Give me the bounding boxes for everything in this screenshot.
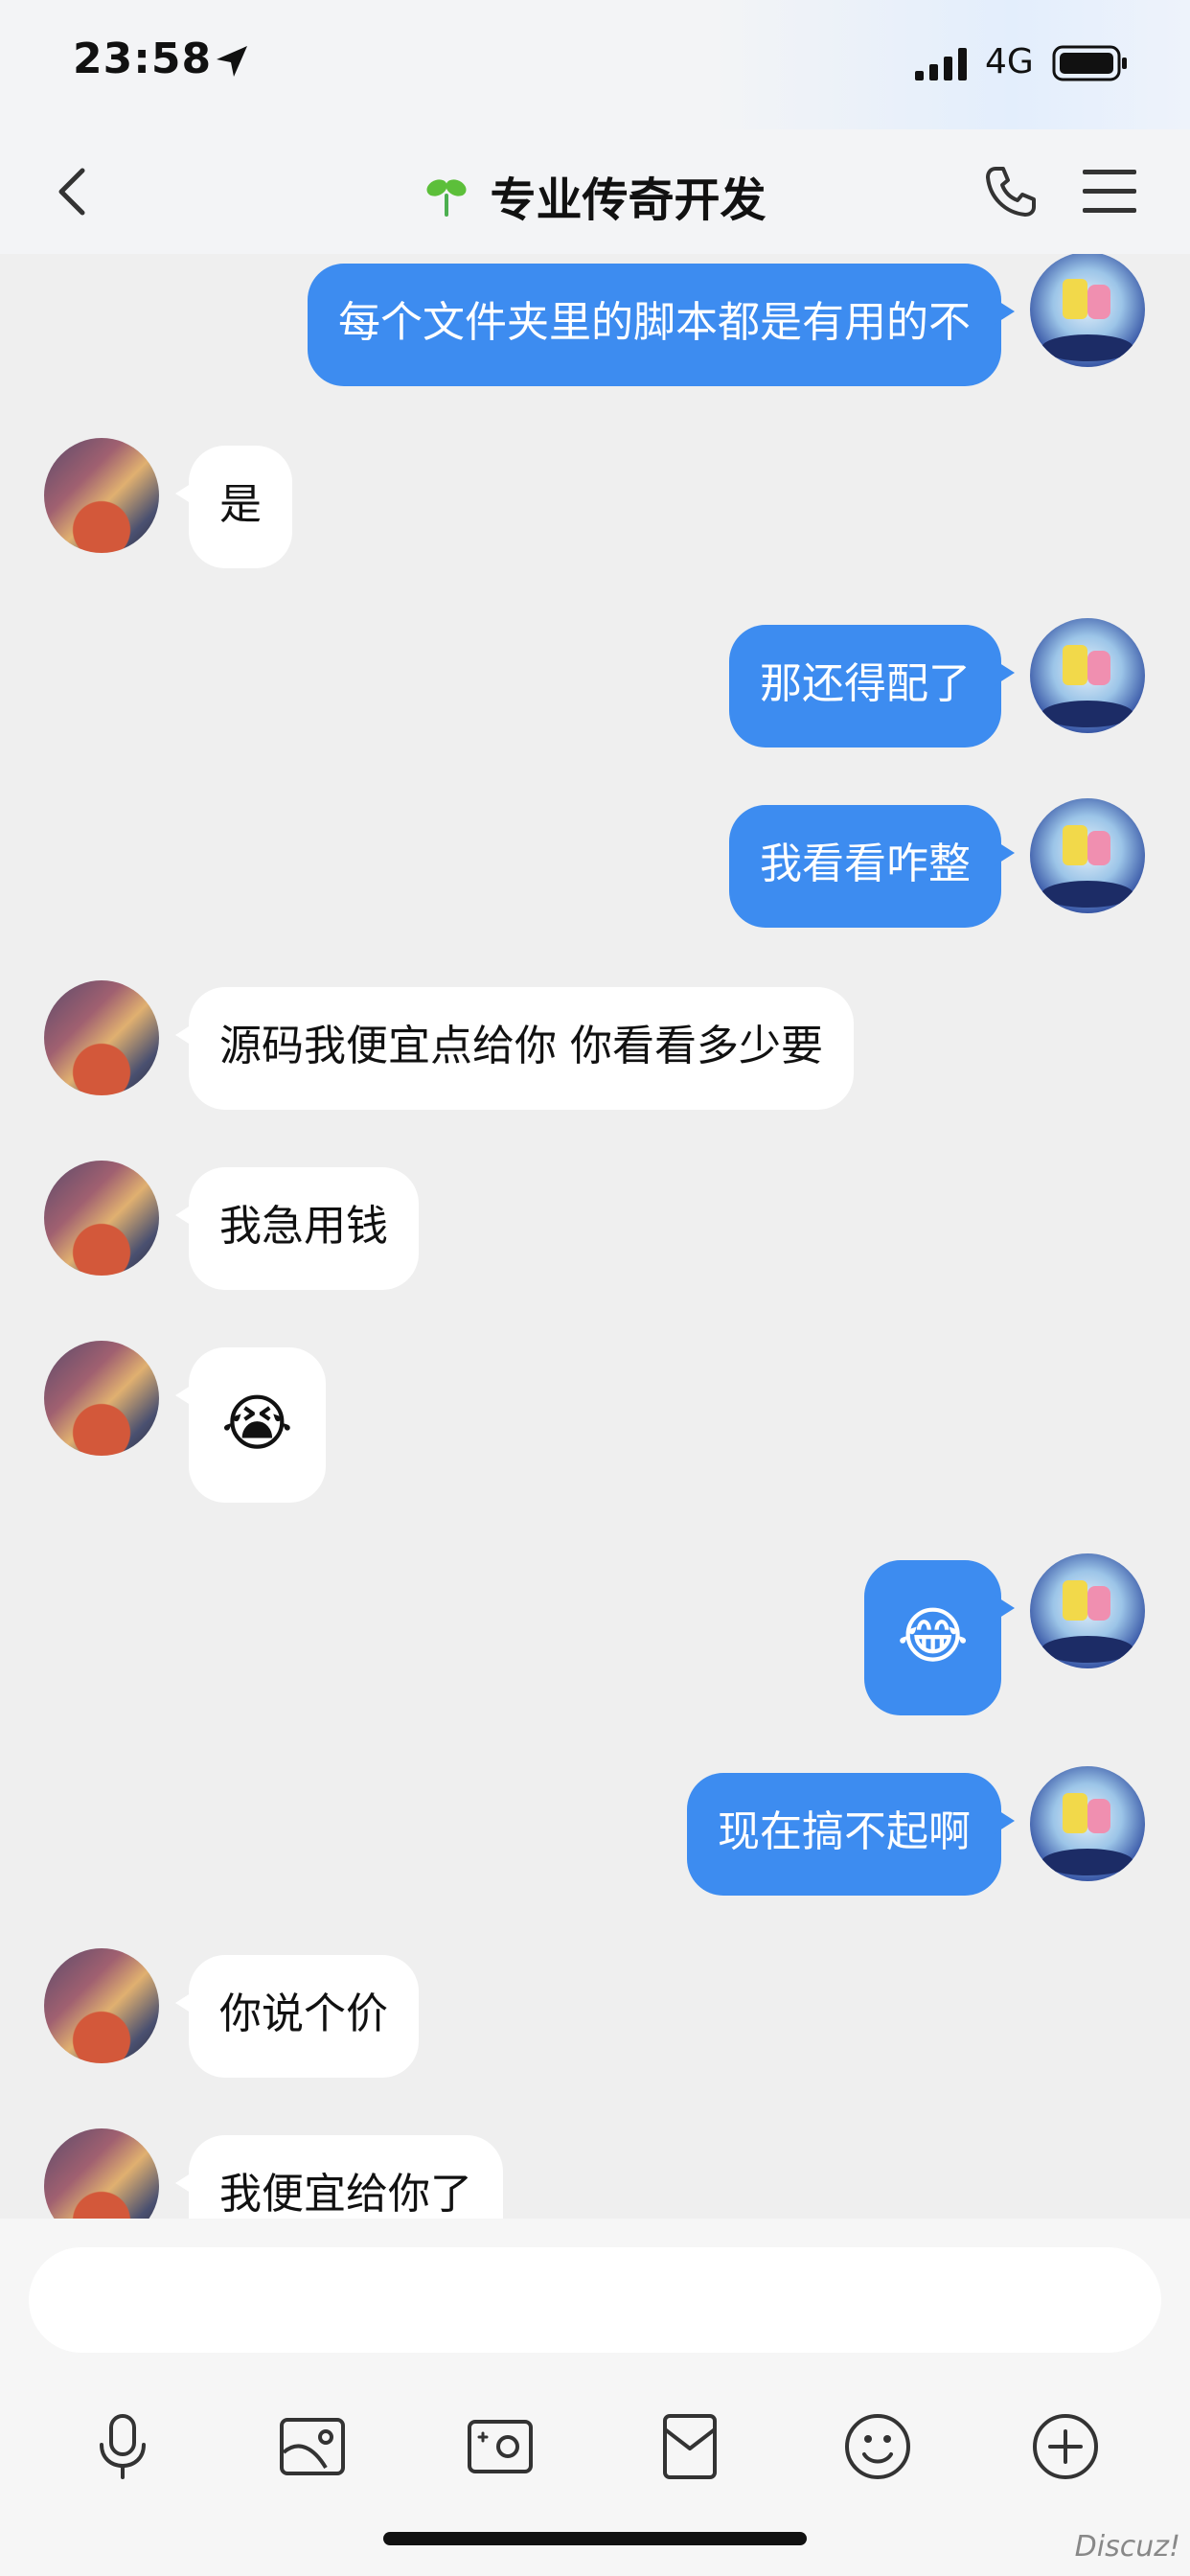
message-bubble-sent-emoji[interactable]: 😂 [864,1560,1015,1715]
phone-call-icon[interactable] [982,163,1040,220]
message-bubble-received[interactable]: 你说个价 [175,1955,419,2078]
status-bar: 23:58 4G [0,0,1190,129]
message-bubble-received[interactable]: 源码我便宜点给你 你看看多少要 [175,987,854,1110]
camera-icon[interactable] [464,2410,537,2483]
location-arrow-icon [217,46,247,77]
contact-avatar[interactable] [44,1948,159,2063]
message-bubble-sent[interactable]: 我看看咋整 [729,805,1015,928]
message-bubble-received[interactable]: 我急用钱 [175,1167,419,1290]
contact-avatar[interactable] [44,438,159,553]
my-avatar[interactable] [1030,1553,1145,1668]
chat-header: 专业传奇开发 [0,129,1190,254]
my-avatar[interactable] [1030,618,1145,733]
battery-icon [1052,45,1127,81]
sprout-icon [426,179,467,217]
red-packet-icon[interactable] [653,2410,726,2483]
home-indicator [383,2532,807,2545]
menu-icon[interactable] [1083,168,1136,216]
page-title: 专业传奇开发 [490,173,767,227]
cellular-signal-icon [915,48,967,80]
message-bubble-received[interactable]: 我便宜给你了 [175,2135,503,2219]
message-input[interactable] [29,2247,1161,2353]
composer-area [0,2219,1190,2576]
message-bubble-received-emoji[interactable]: 😭 [175,1347,326,1503]
status-time: 23:58 [73,34,213,83]
emoji-icon[interactable] [841,2410,914,2483]
my-avatar[interactable] [1030,798,1145,913]
contact-avatar[interactable] [44,2128,159,2219]
my-avatar[interactable] [1030,254,1145,367]
my-avatar[interactable] [1030,1766,1145,1881]
message-bubble-sent[interactable]: 每个文件夹里的脚本都是有用的不 [308,264,1015,386]
message-bubble-sent[interactable]: 那还得配了 [729,625,1015,748]
image-gallery-icon[interactable] [276,2410,349,2483]
plus-circle-icon[interactable] [1029,2410,1102,2483]
watermark: Discuz! [1074,2530,1180,2564]
contact-avatar[interactable] [44,980,159,1095]
message-bubble-received[interactable]: 是 [175,446,292,568]
contact-avatar[interactable] [44,1341,159,1456]
message-bubble-sent[interactable]: 现在搞不起啊 [687,1773,1015,1896]
message-list[interactable]: 每个文件夹里的脚本都是有用的不 是 那还得配了 我看看咋整 源码我便宜点给你 你… [0,254,1190,2219]
contact-avatar[interactable] [44,1161,159,1276]
network-type: 4G [985,42,1034,81]
microphone-icon[interactable] [86,2410,159,2483]
